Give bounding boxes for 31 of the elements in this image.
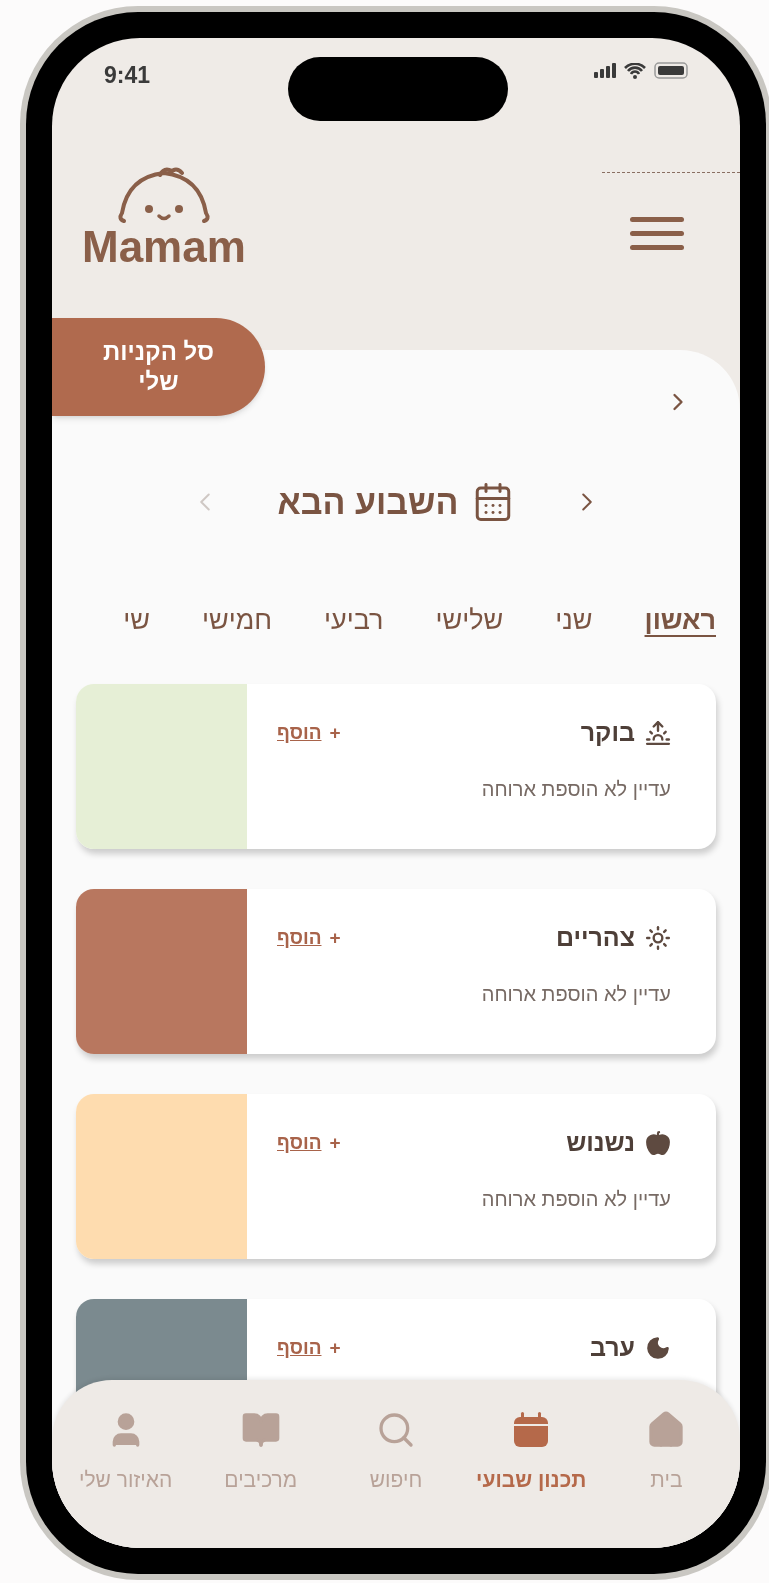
add-link[interactable]: + הוסף <box>277 923 341 952</box>
shopping-basket-button[interactable]: סל הקניות שלי <box>52 318 265 416</box>
day-tab[interactable]: חמישי <box>201 600 272 640</box>
day-tab[interactable]: שלישי <box>435 600 504 640</box>
logo-text: Mamam <box>82 225 246 269</box>
meal-title: נשנוש <box>566 1127 635 1158</box>
meal-empty-text: עדיין לא הוספת ארוחה <box>480 776 671 802</box>
day-tab[interactable]: שני <box>555 600 593 640</box>
status-time: 9:41 <box>104 61 151 90</box>
apple-icon <box>645 1129 671 1156</box>
sunrise-icon <box>645 719 671 746</box>
wifi-icon <box>624 62 646 79</box>
signal-icon <box>594 62 616 79</box>
week-title: השבוע הבא <box>277 481 459 523</box>
sun-icon <box>645 924 671 951</box>
menu-button[interactable] <box>630 216 684 250</box>
add-link[interactable]: + הוסף <box>277 1128 341 1157</box>
meal-title: בוקר <box>580 717 635 748</box>
add-link[interactable]: + הוסף <box>277 718 341 747</box>
meal-title: ערב <box>589 1332 635 1363</box>
nav-tab[interactable]: תכנון שבועי <box>463 1410 599 1548</box>
meal-empty-text: עדיין לא הוספת ארוחה <box>480 981 671 1007</box>
meal-title: צהריים <box>555 922 635 953</box>
search-icon <box>376 1410 416 1450</box>
day-tab[interactable]: ראשון <box>644 600 716 640</box>
day-tab[interactable]: רביעי <box>324 600 384 640</box>
moon-icon <box>645 1334 671 1361</box>
day-tab[interactable]: שי <box>123 600 150 640</box>
add-link[interactable]: + הוסף <box>277 1333 341 1362</box>
battery-icon <box>654 62 688 79</box>
meal-empty-text: עדיין לא הוספת ארוחה <box>480 1186 671 1212</box>
